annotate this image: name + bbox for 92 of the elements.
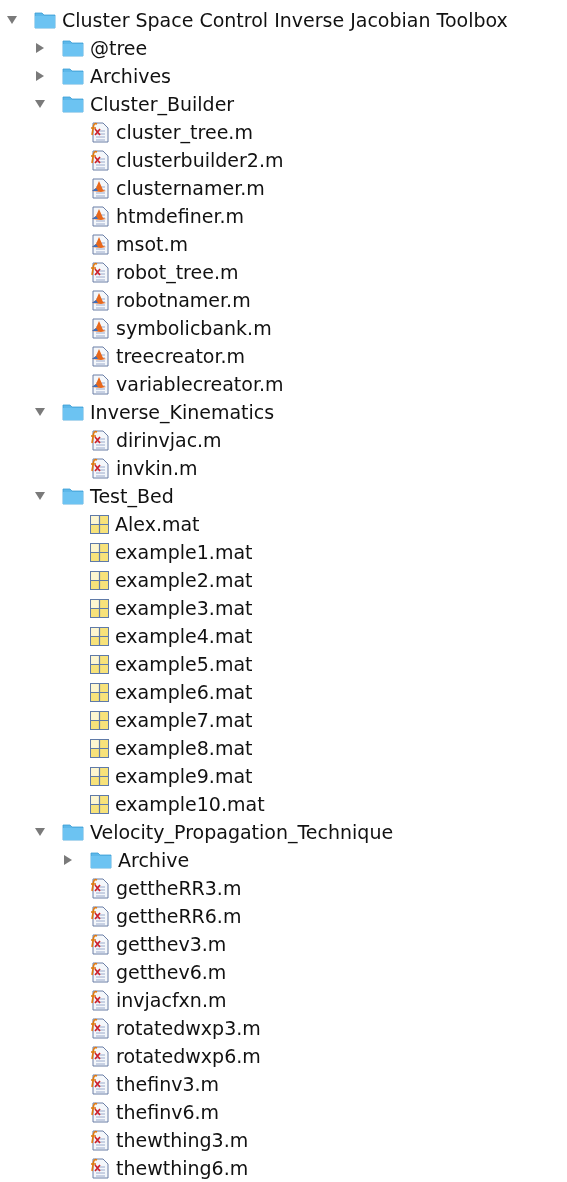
function-file-icon bbox=[90, 1129, 110, 1151]
file-name[interactable]: example7.mat bbox=[115, 705, 253, 735]
file-name[interactable]: symbolicbank.m bbox=[116, 313, 272, 343]
file-name[interactable]: thefinv3.m bbox=[116, 1069, 220, 1099]
folder-icon bbox=[62, 95, 84, 113]
script-file-icon bbox=[90, 345, 110, 367]
file-name[interactable]: variablecreator.m bbox=[116, 369, 284, 399]
file-name[interactable]: thefinv6.m bbox=[116, 1097, 220, 1127]
folder-name[interactable]: @tree bbox=[90, 33, 148, 63]
function-file-icon bbox=[90, 877, 110, 899]
file-name[interactable]: robotnamer.m bbox=[116, 285, 251, 315]
grid-file-icon bbox=[90, 766, 109, 786]
collapse-arrow-icon[interactable] bbox=[34, 406, 46, 418]
folder-icon bbox=[62, 67, 84, 85]
file-name[interactable]: robot_tree.m bbox=[116, 257, 239, 287]
grid-file-icon bbox=[90, 598, 109, 618]
function-file-icon bbox=[90, 1017, 110, 1039]
file-name[interactable]: cluster_tree.m bbox=[116, 117, 253, 147]
file-name[interactable]: Alex.mat bbox=[115, 509, 200, 539]
file-name[interactable]: rotatedwxp6.m bbox=[116, 1041, 261, 1071]
script-file-icon bbox=[90, 233, 110, 255]
file-name[interactable]: example8.mat bbox=[115, 733, 253, 763]
file-name[interactable]: clusterbuilder2.m bbox=[116, 145, 284, 175]
file-name[interactable]: msot.m bbox=[116, 229, 189, 259]
file-name[interactable]: example4.mat bbox=[115, 621, 253, 651]
file-name[interactable]: example10.mat bbox=[115, 789, 265, 819]
folder-name[interactable]: Cluster Space Control Inverse Jacobian Toolbox bbox=[62, 5, 508, 35]
script-file-icon bbox=[90, 317, 110, 339]
folder-icon bbox=[34, 11, 56, 29]
file-name[interactable]: thewthing3.m bbox=[116, 1125, 249, 1155]
file-name[interactable]: example3.mat bbox=[115, 593, 253, 623]
function-file-icon bbox=[90, 905, 110, 927]
grid-file-icon bbox=[90, 794, 109, 814]
expand-arrow-icon[interactable] bbox=[34, 42, 46, 54]
file-name[interactable]: getthev6.m bbox=[116, 957, 227, 987]
script-file-icon bbox=[90, 205, 110, 227]
file-name[interactable]: example1.mat bbox=[115, 537, 253, 567]
folder-name[interactable]: Inverse_Kinematics bbox=[90, 397, 275, 427]
function-file-icon bbox=[90, 1157, 110, 1179]
function-file-icon bbox=[90, 149, 110, 171]
function-file-icon bbox=[90, 429, 110, 451]
file-name[interactable]: dirinvjac.m bbox=[116, 425, 222, 455]
folder-name[interactable]: Test_Bed bbox=[90, 481, 174, 511]
folder-icon bbox=[62, 403, 84, 421]
folder-icon bbox=[90, 851, 112, 869]
collapse-arrow-icon[interactable] bbox=[34, 490, 46, 502]
folder-icon bbox=[62, 487, 84, 505]
expand-arrow-icon[interactable] bbox=[34, 70, 46, 82]
grid-file-icon bbox=[90, 542, 109, 562]
function-file-icon bbox=[90, 961, 110, 983]
folder-name[interactable]: Cluster_Builder bbox=[90, 89, 235, 119]
function-file-icon bbox=[90, 1101, 110, 1123]
grid-file-icon bbox=[90, 710, 109, 730]
file-name[interactable]: example9.mat bbox=[115, 761, 253, 791]
folder-icon bbox=[62, 823, 84, 841]
function-file-icon bbox=[90, 261, 110, 283]
grid-file-icon bbox=[90, 738, 109, 758]
script-file-icon bbox=[90, 289, 110, 311]
file-name[interactable]: thewthing6.m bbox=[116, 1153, 249, 1182]
collapse-arrow-icon[interactable] bbox=[34, 98, 46, 110]
file-name[interactable]: htmdefiner.m bbox=[116, 201, 245, 231]
function-file-icon bbox=[90, 1045, 110, 1067]
grid-file-icon bbox=[90, 570, 109, 590]
collapse-arrow-icon[interactable] bbox=[34, 826, 46, 838]
function-file-icon bbox=[90, 989, 110, 1011]
file-name[interactable]: gettheRR3.m bbox=[116, 873, 242, 903]
file-name[interactable]: example6.mat bbox=[115, 677, 253, 707]
grid-file-icon bbox=[90, 514, 109, 534]
function-file-icon bbox=[90, 457, 110, 479]
function-file-icon bbox=[90, 121, 110, 143]
file-name[interactable]: getthev3.m bbox=[116, 929, 227, 959]
file-name[interactable]: example5.mat bbox=[115, 649, 253, 679]
file-name[interactable]: invjacfxn.m bbox=[116, 985, 227, 1015]
file-name[interactable]: clusternamer.m bbox=[116, 173, 265, 203]
folder-name[interactable]: Velocity_Propagation_Technique bbox=[90, 817, 394, 847]
script-file-icon bbox=[90, 373, 110, 395]
file-name[interactable]: example2.mat bbox=[115, 565, 253, 595]
file-name[interactable]: rotatedwxp3.m bbox=[116, 1013, 261, 1043]
function-file-icon bbox=[90, 933, 110, 955]
grid-file-icon bbox=[90, 654, 109, 674]
script-file-icon bbox=[90, 177, 110, 199]
file-name[interactable]: gettheRR6.m bbox=[116, 901, 242, 931]
grid-file-icon bbox=[90, 682, 109, 702]
function-file-icon bbox=[90, 1073, 110, 1095]
expand-arrow-icon[interactable] bbox=[62, 854, 74, 866]
file-name[interactable]: treecreator.m bbox=[116, 341, 246, 371]
file-name[interactable]: invkin.m bbox=[116, 453, 198, 483]
folder-icon bbox=[62, 39, 84, 57]
grid-file-icon bbox=[90, 626, 109, 646]
folder-name[interactable]: Archives bbox=[90, 61, 171, 91]
folder-name[interactable]: Archive bbox=[118, 845, 190, 875]
collapse-arrow-icon[interactable] bbox=[6, 14, 18, 26]
